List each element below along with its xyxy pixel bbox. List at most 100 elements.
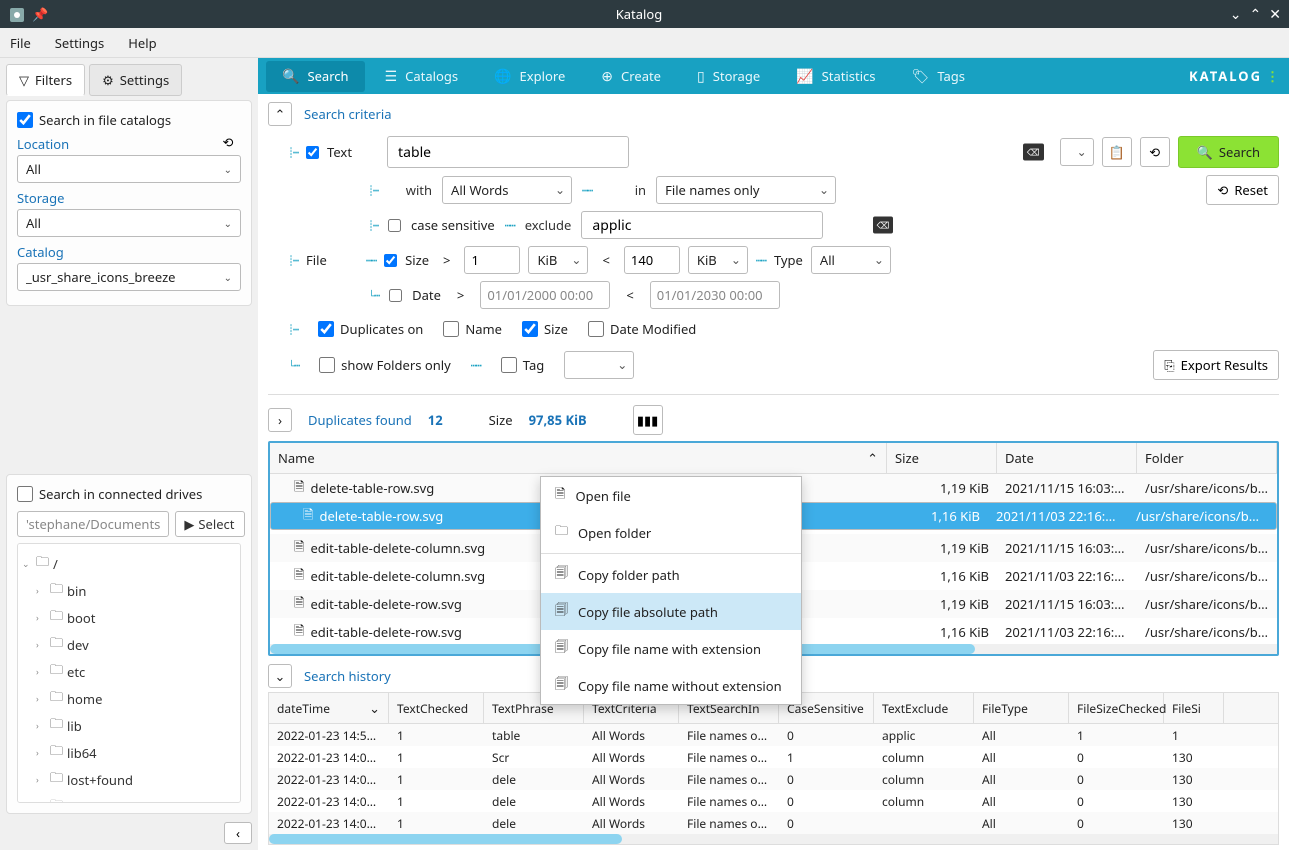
left-tab-filters[interactable]: ▽Filters	[6, 64, 85, 96]
maximize-button[interactable]: ⌃	[1250, 5, 1262, 24]
dup-date-checkbox[interactable]	[588, 321, 604, 337]
in-select[interactable]: File names only	[656, 176, 836, 204]
sliders-icon: ⚙	[102, 71, 114, 89]
location-reset-icon[interactable]: ⟲	[215, 131, 241, 153]
folders-only-checkbox[interactable]	[319, 357, 335, 373]
col-date[interactable]: Date	[997, 443, 1137, 473]
menu-help[interactable]: Help	[128, 34, 156, 52]
export-results-button[interactable]: ⎘Export Results	[1153, 350, 1279, 380]
copy-icon: 🗐	[555, 674, 568, 697]
folder-tree[interactable]: ⌄🗀/ ›🗀bin ›🗀boot ›🗀dev ›🗀etc ›🗀home ›🗀li…	[17, 543, 241, 803]
history-col[interactable]: FileSizeChecked	[1069, 693, 1164, 723]
col-name[interactable]: Name⌃	[270, 443, 887, 473]
history-row[interactable]: 2022-01-23 14:04:451deleAll WordsFile na…	[269, 790, 1278, 812]
history-row[interactable]: 2022-01-23 14:04:181deleAll WordsFile na…	[269, 812, 1278, 834]
reset-text-button[interactable]: ⟲	[1140, 137, 1170, 167]
exclude-input[interactable]	[581, 211, 823, 239]
file-icon: 🗎	[294, 621, 304, 644]
size-from-unit[interactable]: KiB	[528, 246, 588, 274]
cm-open-folder[interactable]: 🗀Open folder	[541, 514, 801, 551]
history-row[interactable]: 2022-01-23 14:58:221tableAll WordsFile n…	[269, 724, 1278, 746]
type-select[interactable]: All	[811, 246, 891, 274]
folder-icon: 🗀	[50, 768, 63, 791]
history-col[interactable]: FileType	[974, 693, 1069, 723]
catalog-label: Catalog	[17, 243, 241, 261]
tag-select[interactable]	[564, 351, 634, 379]
size-to-unit[interactable]: KiB	[688, 246, 748, 274]
results-expand-button[interactable]: ›	[268, 408, 292, 432]
select-path-button[interactable]: ▶Select	[175, 511, 245, 537]
close-button[interactable]: ✕	[1269, 5, 1281, 24]
dup-name-checkbox[interactable]	[443, 321, 459, 337]
tab-tags[interactable]: 🏷Tags	[896, 61, 981, 92]
clear-text-icon[interactable]: ⌫	[1023, 144, 1044, 161]
history-col[interactable]: TextExclude	[874, 693, 974, 723]
history-row[interactable]: 2022-01-23 14:05:331deleAll WordsFile na…	[269, 768, 1278, 790]
results-chart-button[interactable]: ▮▮▮	[633, 405, 663, 435]
tab-search[interactable]: 🔍Search	[266, 61, 365, 92]
history-collapse-button[interactable]: ⌄	[268, 664, 292, 688]
pin-icon[interactable]: 📌	[32, 5, 48, 23]
clear-exclude-icon[interactable]: ⌫	[873, 217, 894, 234]
search-drives-checkbox[interactable]	[17, 486, 33, 502]
date-to-input[interactable]	[650, 281, 780, 309]
play-icon: ▶	[184, 515, 194, 533]
criteria-collapse-button[interactable]: ⌃	[268, 102, 292, 126]
list-icon: ☰	[385, 67, 398, 86]
search-catalogs-checkbox[interactable]	[17, 112, 33, 128]
col-size[interactable]: Size	[887, 443, 997, 473]
search-icon: 🔍	[282, 67, 299, 86]
history-row[interactable]: 2022-01-23 14:05:401ScrAll WordsFile nam…	[269, 746, 1278, 768]
menu-file[interactable]: File	[10, 34, 31, 52]
minimize-button[interactable]: ⌄	[1230, 5, 1242, 24]
date-from-input[interactable]	[480, 281, 610, 309]
file-icon: 🗎	[294, 565, 304, 588]
tab-catalogs[interactable]: ☰Catalogs	[369, 61, 475, 92]
search-text-input[interactable]	[387, 136, 629, 168]
tab-storage[interactable]: ▯Storage	[681, 61, 776, 92]
collapse-left-panel-button[interactable]: ‹	[224, 822, 252, 844]
dup-size-checkbox[interactable]	[522, 321, 538, 337]
copy-icon: 🗐	[555, 637, 568, 660]
size-checkbox[interactable]	[384, 254, 397, 267]
tab-explore[interactable]: 🌐Explore	[478, 61, 581, 92]
file-icon: 🗎	[303, 505, 313, 528]
text-checkbox[interactable]	[306, 146, 319, 159]
location-select[interactable]: All⌄	[17, 155, 241, 183]
cm-copy-absolute-path[interactable]: 🗐Copy file absolute path	[541, 593, 801, 630]
text-history-dropdown[interactable]	[1060, 138, 1094, 166]
results-label: Duplicates found	[308, 411, 412, 429]
left-tab-settings[interactable]: ⚙Settings	[89, 64, 182, 96]
menu-settings[interactable]: Settings	[55, 34, 104, 52]
tab-statistics[interactable]: 📈Statistics	[780, 61, 891, 92]
size-to-input[interactable]	[624, 246, 680, 274]
history-hscroll[interactable]	[269, 834, 1278, 844]
date-checkbox[interactable]	[389, 289, 402, 302]
duplicates-checkbox[interactable]	[318, 321, 334, 337]
menubar: File Settings Help	[0, 28, 1289, 58]
filter-icon: ▽	[19, 71, 29, 89]
with-select[interactable]: All Words	[442, 176, 572, 204]
catalog-select[interactable]: _usr_share_icons_breeze⌄	[17, 263, 241, 291]
cm-open-file[interactable]: 🗎Open file	[541, 477, 801, 514]
storage-select[interactable]: All⌄	[17, 209, 241, 237]
reset-icon: ⟲	[1217, 181, 1228, 199]
cm-copy-name-noext[interactable]: 🗐Copy file name without extension	[541, 667, 801, 704]
history-col[interactable]: dateTime ⌄	[269, 693, 389, 723]
reset-button[interactable]: ⟲Reset	[1206, 175, 1279, 205]
path-input[interactable]: 'stephane/Documents	[17, 511, 169, 537]
folder-icon: 🗀	[50, 741, 63, 764]
window-title: Katalog	[48, 5, 1230, 23]
history-col[interactable]: TextChecked	[389, 693, 484, 723]
paste-button[interactable]: 📋	[1102, 137, 1132, 167]
search-button[interactable]: 🔍Search	[1178, 136, 1279, 168]
cm-copy-folder-path[interactable]: 🗐Copy folder path	[541, 556, 801, 593]
col-folder[interactable]: Folder	[1137, 443, 1277, 473]
cm-copy-name-ext[interactable]: 🗐Copy file name with extension	[541, 630, 801, 667]
folder-icon: 🗀	[50, 606, 63, 629]
case-sensitive-checkbox[interactable]	[388, 219, 401, 232]
size-from-input[interactable]	[464, 246, 520, 274]
tab-create[interactable]: ⊕Create	[585, 61, 677, 92]
history-col[interactable]: FileSi	[1164, 693, 1224, 723]
tag-checkbox[interactable]	[501, 357, 517, 373]
